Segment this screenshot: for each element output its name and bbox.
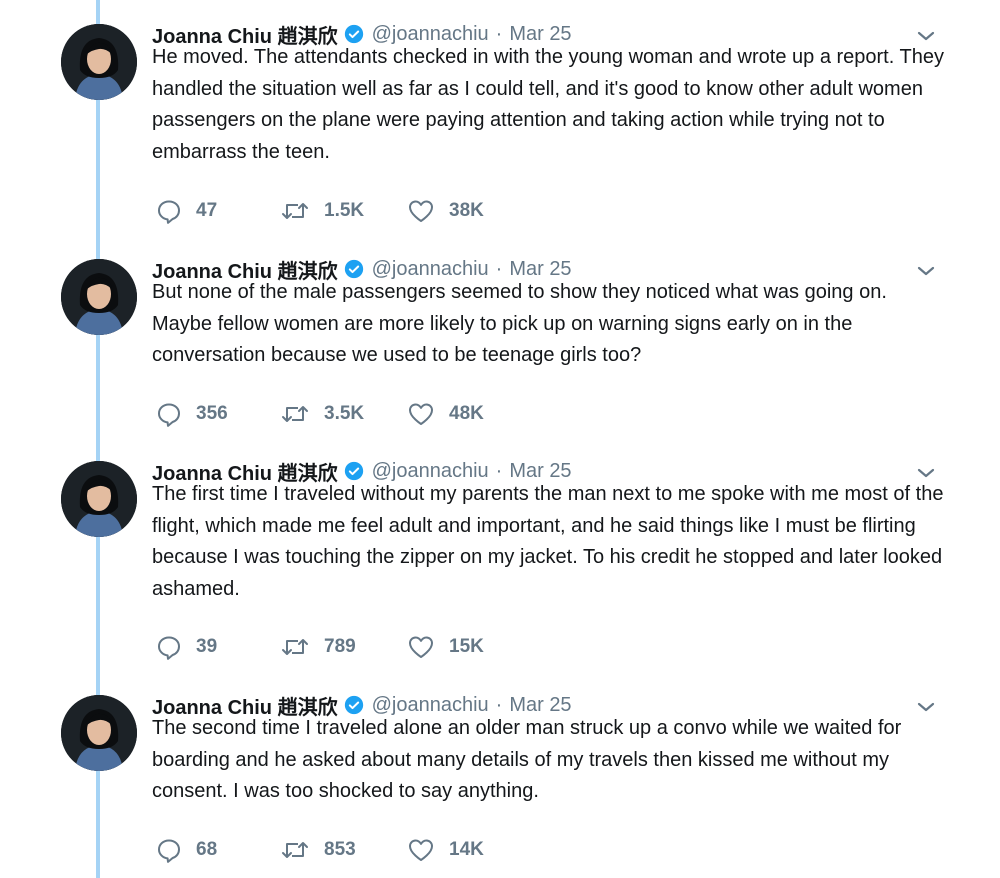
reply-icon [156, 198, 182, 224]
reply-button[interactable]: 356 [156, 400, 228, 428]
retweet-count: 3.5K [324, 403, 365, 424]
reply-count: 356 [196, 403, 228, 424]
tweet[interactable]: Joanna Chiu 趙淇欣 @joannachiu · Mar 25 The… [0, 455, 1000, 677]
tweet[interactable]: Joanna Chiu 趙淇欣 @joannachiu · Mar 25 The… [0, 689, 1000, 878]
tweet[interactable]: Joanna Chiu 趙淇欣 @joannachiu · Mar 25 But… [0, 253, 1000, 448]
verified-badge-icon [344, 24, 364, 44]
avatar[interactable] [61, 24, 137, 100]
reply-count: 68 [196, 839, 218, 860]
heart-icon [407, 837, 435, 863]
like-button[interactable]: 15K [407, 633, 484, 661]
heart-icon [407, 401, 435, 427]
like-button[interactable]: 38K [407, 197, 484, 225]
retweet-count: 853 [324, 839, 356, 860]
reply-button[interactable]: 47 [156, 197, 217, 225]
retweet-count: 1.5K [324, 200, 365, 221]
heart-icon [407, 634, 435, 660]
like-count: 14K [449, 839, 484, 860]
reply-button[interactable]: 68 [156, 836, 217, 864]
heart-icon [407, 198, 435, 224]
retweet-button[interactable]: 789 [280, 633, 356, 661]
reply-count: 39 [196, 636, 218, 657]
retweet-icon [280, 401, 310, 427]
avatar[interactable] [61, 695, 137, 771]
tweet[interactable]: Joanna Chiu 趙淇欣 @joannachiu · Mar 25 He … [0, 18, 1000, 240]
reply-icon [156, 401, 182, 427]
tweet-text: The second time I traveled alone an olde… [152, 717, 902, 802]
reply-icon [156, 837, 182, 863]
like-count: 38K [449, 200, 484, 221]
retweet-button[interactable]: 853 [280, 836, 356, 864]
retweet-icon [280, 634, 310, 660]
verified-badge-icon [344, 695, 364, 715]
like-button[interactable]: 14K [407, 836, 484, 864]
tweet-text: But none of the male passengers seemed t… [152, 281, 887, 366]
like-button[interactable]: 48K [407, 400, 484, 428]
retweet-button[interactable]: 3.5K [280, 400, 364, 428]
retweet-icon [280, 198, 310, 224]
tweet-text: The first time I traveled without my par… [152, 483, 944, 600]
reply-icon [156, 634, 182, 660]
like-count: 48K [449, 403, 484, 424]
verified-badge-icon [344, 259, 364, 279]
reply-count: 47 [196, 200, 218, 221]
avatar[interactable] [61, 461, 137, 537]
retweet-button[interactable]: 1.5K [280, 197, 364, 225]
tweet-text: He moved. The attendants checked in with… [152, 46, 944, 163]
retweet-count: 789 [324, 636, 356, 657]
avatar[interactable] [61, 259, 137, 335]
reply-button[interactable]: 39 [156, 633, 217, 661]
like-count: 15K [449, 636, 484, 657]
verified-badge-icon [344, 461, 364, 481]
retweet-icon [280, 837, 310, 863]
